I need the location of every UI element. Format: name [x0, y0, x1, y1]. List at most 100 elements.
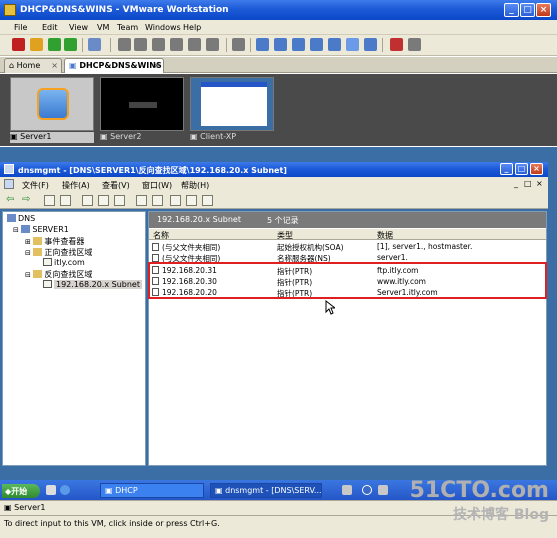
- expand-icon[interactable]: ⊞: [25, 238, 31, 246]
- tree-node-reverse-zone[interactable]: ⊟ 反向查找区域: [25, 269, 92, 280]
- minimize-button[interactable]: _: [504, 3, 519, 17]
- menu-help[interactable]: Help: [183, 23, 201, 32]
- menu-edit[interactable]: Edit: [42, 23, 58, 32]
- collapse-icon[interactable]: ⊟: [25, 271, 31, 279]
- unity-icon[interactable]: [292, 38, 305, 51]
- watermark-logo: 51CTO.com: [409, 478, 549, 503]
- close-button[interactable]: ×: [536, 3, 551, 17]
- snapshot-take-icon[interactable]: [118, 38, 131, 51]
- ctrl-alt-del-icon[interactable]: [232, 38, 245, 51]
- dnsmgmt-maximize-button[interactable]: □: [515, 163, 528, 175]
- tree-node-event-viewer[interactable]: ⊞ 事件查看器: [25, 236, 84, 247]
- full-screen-icon[interactable]: [256, 38, 269, 51]
- export-list-icon[interactable]: [114, 195, 125, 206]
- thumbnail-client-xp[interactable]: ▣ Client-XP: [190, 77, 274, 143]
- dnsmgmt-minimize-button[interactable]: _: [500, 163, 513, 175]
- vm-icon: ▣: [10, 132, 21, 141]
- snapshot-icon[interactable]: [88, 38, 101, 51]
- tree-node-reverse-zone-label: 反向查找区域: [44, 270, 93, 279]
- new-zone-icon[interactable]: [170, 195, 181, 206]
- mmc-menu-help[interactable]: 帮助(H): [181, 180, 209, 191]
- clone-icon[interactable]: [188, 38, 201, 51]
- collapse-icon[interactable]: ⊟: [25, 249, 31, 257]
- vmware-logo-icon: [37, 88, 69, 120]
- start-button[interactable]: ◆开始: [2, 484, 40, 498]
- console-view-icon[interactable]: [328, 38, 341, 51]
- suspend-icon[interactable]: [30, 38, 43, 51]
- mmc-menu-file[interactable]: 文件(F): [22, 180, 49, 191]
- zone-icon: [43, 280, 52, 288]
- dnsmgmt-close-button[interactable]: ×: [530, 163, 543, 175]
- maximize-button[interactable]: □: [520, 3, 535, 17]
- back-arrow-icon[interactable]: ⇦: [6, 194, 14, 205]
- column-type[interactable]: 类型: [277, 230, 293, 241]
- refresh-icon[interactable]: [98, 195, 109, 206]
- properties-icon[interactable]: [82, 195, 93, 206]
- help-icon[interactable]: [136, 195, 147, 206]
- taskbar-dhcp[interactable]: ▣ DHCP: [100, 483, 204, 498]
- vmware-toolbar: [0, 35, 557, 56]
- forward-arrow-icon[interactable]: ⇨: [22, 194, 30, 205]
- tab-home[interactable]: ⌂ Home ×: [4, 58, 62, 73]
- taskbar-dnsmgmt[interactable]: ▣ dnsmgmt - [DNS\SERV...: [210, 483, 322, 498]
- records-pane: 192.168.20.x Subnet 5 个记录 名称 类型 数据 (与父文件…: [148, 211, 547, 466]
- quick-switch-icon[interactable]: [274, 38, 287, 51]
- snapshot-revert-icon[interactable]: [134, 38, 147, 51]
- security-tray-icon[interactable]: [378, 485, 388, 495]
- close-tab-icon[interactable]: ×: [51, 61, 58, 70]
- thumbnail-view-icon[interactable]: [346, 38, 359, 51]
- child-maximize-button[interactable]: □: [524, 179, 532, 188]
- tree-node-subnet[interactable]: 192.168.20.x Subnet: [43, 280, 142, 289]
- record-data: [1], server1., hostmaster.: [377, 242, 473, 251]
- new-host-icon[interactable]: [202, 195, 213, 206]
- tree-node-dns[interactable]: DNS: [7, 214, 35, 223]
- tree-node-itly-com-label: itly.com: [54, 258, 85, 267]
- child-close-button[interactable]: ×: [536, 179, 543, 188]
- power-off-icon[interactable]: [12, 38, 25, 51]
- up-level-icon[interactable]: [44, 195, 55, 206]
- sidebar-toggle-icon[interactable]: [364, 38, 377, 51]
- menu-windows[interactable]: Windows: [145, 23, 181, 32]
- windows-logo-icon: [129, 102, 157, 108]
- menu-view[interactable]: View: [69, 23, 88, 32]
- mmc-menu-window[interactable]: 窗口(W): [142, 180, 172, 191]
- dnsmgmt-title-bar: dnsmgmt - [DNS\SERVER1\反向查找区域\192.168.20…: [0, 162, 548, 177]
- team-icon[interactable]: [170, 38, 183, 51]
- thumbnail-server1[interactable]: ▣ Server1: [10, 77, 94, 143]
- show-tree-icon[interactable]: [60, 195, 71, 206]
- mmc-menu-view[interactable]: 查看(V): [102, 180, 130, 191]
- reset-icon[interactable]: [64, 38, 77, 51]
- help-tray-icon[interactable]: [362, 485, 372, 495]
- ie-icon[interactable]: [60, 485, 70, 495]
- network-tray-icon[interactable]: [342, 485, 352, 495]
- server-icon[interactable]: [152, 195, 163, 206]
- collapse-icon[interactable]: ⊟: [13, 226, 19, 234]
- power-on-icon[interactable]: [48, 38, 61, 51]
- dns-app-icon: [4, 164, 14, 174]
- new-record-icon[interactable]: [186, 195, 197, 206]
- menu-file[interactable]: File: [14, 23, 27, 32]
- snapshot-manager-icon[interactable]: [152, 38, 165, 51]
- vm-thumbnail-strip: ▣ Server1 ▣ Server2 ▣ Client-XP: [0, 74, 557, 146]
- preferences-icon[interactable]: [408, 38, 421, 51]
- tree-node-server1[interactable]: ⊟ SERVER1: [13, 225, 69, 234]
- record-icon[interactable]: [206, 38, 219, 51]
- child-minimize-button[interactable]: _: [514, 179, 518, 188]
- mmc-menu-action[interactable]: 操作(A): [62, 180, 90, 191]
- toolbar-divider: [110, 38, 111, 52]
- tree-node-forward-zone[interactable]: ⊟ 正向查找区域: [25, 247, 92, 258]
- close-tab-icon[interactable]: ×: [153, 61, 160, 70]
- thumbnail-server2[interactable]: ▣ Server2: [100, 77, 184, 143]
- folder-icon: [33, 270, 43, 278]
- column-data[interactable]: 数据: [377, 230, 393, 241]
- vm-settings-icon[interactable]: [390, 38, 403, 51]
- tab-dhcp-dns-wins[interactable]: ▣ DHCP&DNS&WINS ×: [64, 58, 164, 73]
- vm-icon: ▣: [190, 132, 201, 141]
- summary-view-icon[interactable]: [310, 38, 323, 51]
- column-name[interactable]: 名称: [153, 230, 169, 241]
- record-row[interactable]: (与父文件夹相同) 起始授权机构(SOA) [1], server1., hos…: [149, 241, 546, 252]
- tree-node-itly-com[interactable]: itly.com: [43, 258, 85, 267]
- menu-team[interactable]: Team: [117, 23, 138, 32]
- show-desktop-icon[interactable]: [46, 485, 56, 495]
- menu-vm[interactable]: VM: [97, 23, 109, 32]
